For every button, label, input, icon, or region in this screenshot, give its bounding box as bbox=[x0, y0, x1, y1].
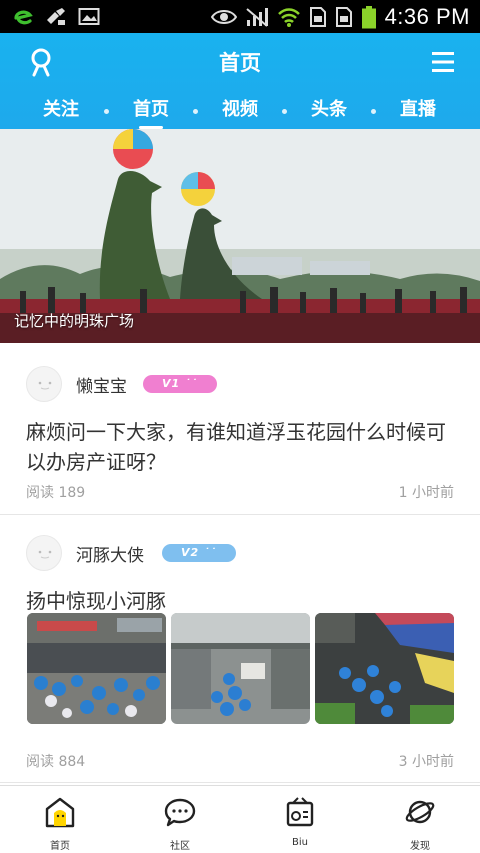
no-signal-icon bbox=[245, 7, 268, 27]
tab-separator-dot bbox=[282, 109, 287, 114]
level-badge: V1 ˙˙ bbox=[143, 375, 217, 393]
post-title[interactable]: 麻烦问一下大家，有谁知道浮玉花园什么时候可以办房产证呀？ bbox=[26, 417, 456, 477]
level-badge-text: V2 bbox=[180, 546, 200, 559]
page-title: 首页 bbox=[219, 51, 261, 75]
bottom-navigation: 首页 社区 Biu 发现 bbox=[0, 785, 480, 853]
tab-separator-dot bbox=[371, 109, 376, 114]
browser-e-icon bbox=[14, 10, 33, 24]
planet-icon bbox=[405, 800, 435, 824]
tab-video[interactable]: 视频 bbox=[210, 95, 270, 121]
avatar[interactable] bbox=[26, 366, 62, 402]
sim-card-icon-2 bbox=[335, 6, 352, 27]
tab-live[interactable]: 直播 bbox=[388, 95, 448, 121]
avatar-face-icon bbox=[38, 550, 52, 559]
read-count: 阅读 189 bbox=[26, 485, 86, 501]
nav-biu[interactable]: Biu bbox=[240, 786, 360, 853]
home-icon bbox=[45, 797, 75, 828]
status-bar: 4:36 PM bbox=[0, 0, 480, 33]
post-image-2[interactable] bbox=[171, 613, 310, 724]
signal-tool-icon bbox=[47, 7, 65, 25]
sim-card-icon bbox=[309, 6, 326, 27]
post-image-1[interactable] bbox=[27, 613, 166, 724]
app-header: 首页 关注 首页 视频 头条 直播 bbox=[0, 33, 480, 129]
photo-market-stalls bbox=[315, 613, 454, 724]
nav-label: 首页 bbox=[50, 841, 70, 852]
avatar-face-icon bbox=[38, 381, 52, 390]
nav-label: Biu bbox=[292, 837, 308, 848]
nav-label: 发现 bbox=[410, 841, 430, 852]
post-title[interactable]: 扬中惊现小河豚 bbox=[26, 586, 456, 616]
level-badge: V2 ˙˙ bbox=[162, 544, 236, 562]
banner-caption: 记忆中的明珠广场 bbox=[14, 312, 135, 330]
photo-street-umbrellas bbox=[171, 613, 310, 724]
author-name[interactable]: 河豚大侠 bbox=[76, 541, 144, 566]
top-tabs: 关注 首页 视频 头条 直播 bbox=[0, 91, 480, 129]
post-time: 1 小时前 bbox=[398, 485, 454, 501]
level-badge-text: V1 bbox=[161, 377, 181, 390]
post-card[interactable]: 懒宝宝 V1 ˙˙ 麻烦问一下大家，有谁知道浮玉花园什么时候可以办房产证呀？ 阅… bbox=[0, 343, 480, 515]
nav-label: 社区 bbox=[170, 841, 190, 852]
menu-icon[interactable] bbox=[432, 49, 454, 75]
battery-icon bbox=[361, 5, 376, 28]
banner-carousel[interactable]: 记忆中的明珠广场 bbox=[0, 129, 480, 343]
photo-market-crowd bbox=[27, 613, 166, 724]
wifi-icon bbox=[277, 7, 300, 27]
post-time: 3 小时前 bbox=[398, 754, 454, 770]
post-image-3[interactable] bbox=[315, 613, 454, 724]
author-name[interactable]: 懒宝宝 bbox=[76, 372, 127, 397]
status-time: 4:36 PM bbox=[384, 3, 470, 29]
tab-separator-dot bbox=[193, 109, 198, 114]
read-count: 阅读 884 bbox=[26, 754, 86, 770]
chat-bubble-icon bbox=[164, 798, 196, 827]
image-icon bbox=[78, 7, 100, 25]
avatar[interactable] bbox=[26, 535, 62, 571]
nav-community[interactable]: 社区 bbox=[120, 786, 240, 853]
tab-separator-dot bbox=[104, 109, 109, 114]
eye-icon bbox=[210, 9, 237, 24]
radio-icon bbox=[286, 797, 314, 827]
nav-home[interactable]: 首页 bbox=[0, 786, 120, 853]
tab-headlines[interactable]: 头条 bbox=[299, 95, 359, 121]
nav-discover[interactable]: 发现 bbox=[360, 786, 480, 853]
post-card[interactable]: 河豚大侠 V2 ˙˙ 扬中惊现小河豚 阅读 884 3 小时前 bbox=[0, 515, 480, 783]
tab-follow[interactable]: 关注 bbox=[31, 95, 91, 121]
tab-home[interactable]: 首页 bbox=[121, 95, 181, 129]
